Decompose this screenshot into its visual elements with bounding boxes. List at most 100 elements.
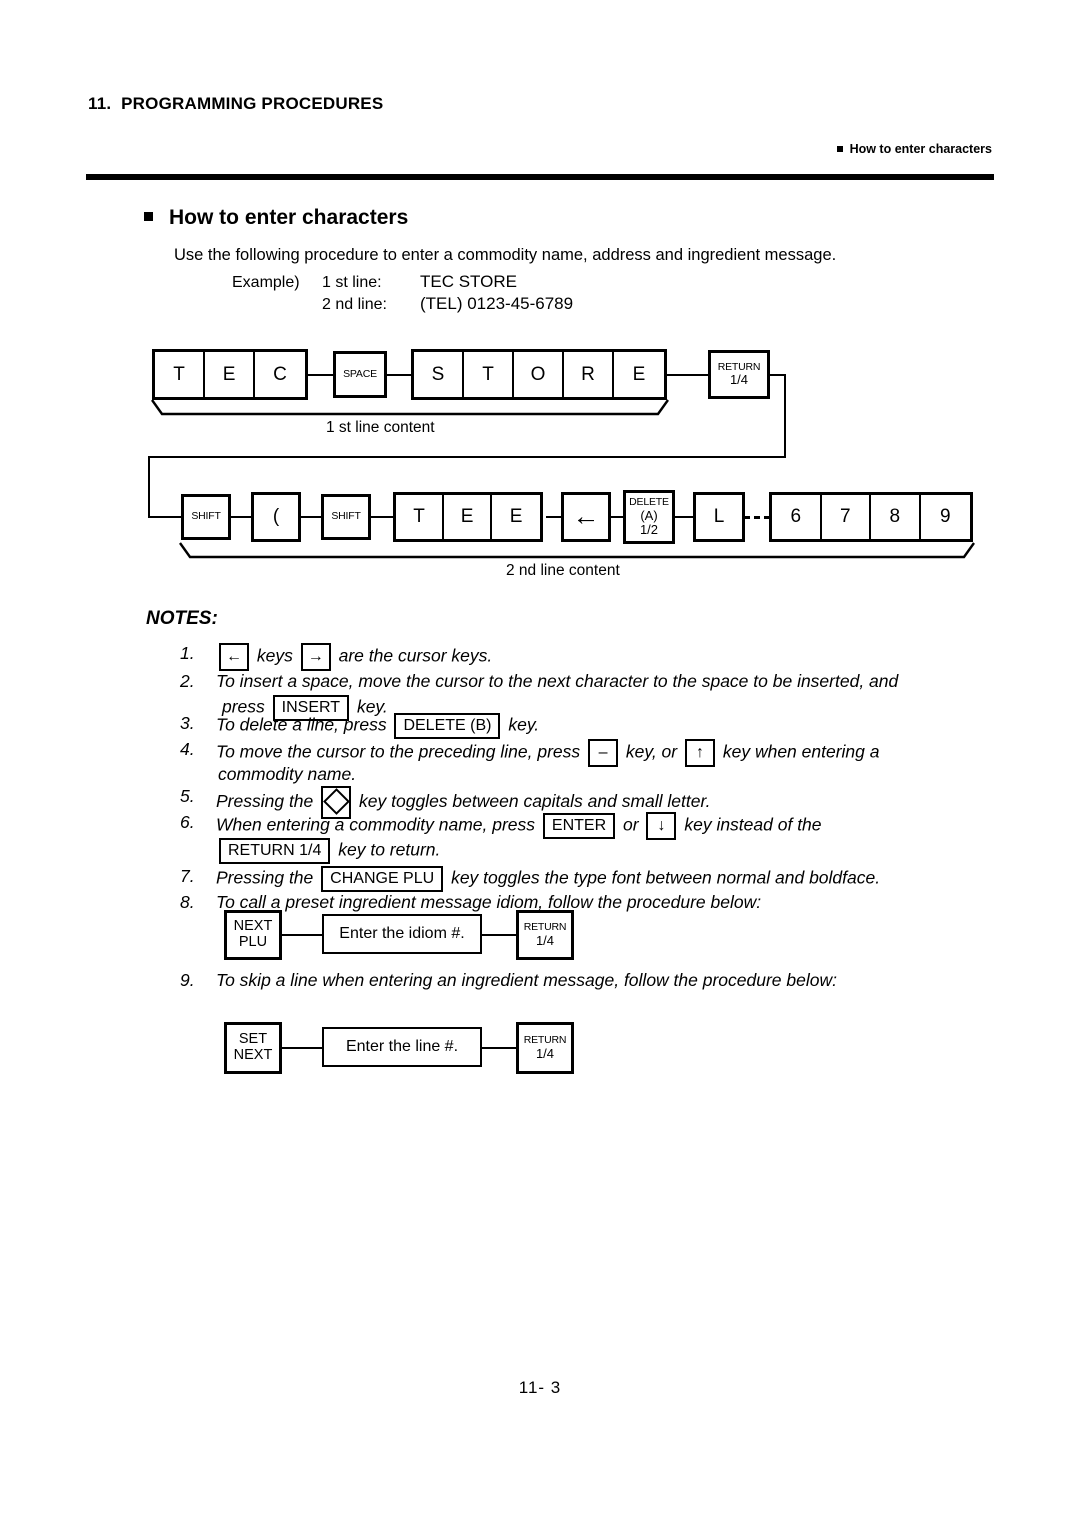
key-c[interactable]: C xyxy=(255,352,306,397)
key-t[interactable]: T xyxy=(396,495,445,539)
bullet-square-icon xyxy=(836,146,843,152)
wrap-connector-wire xyxy=(148,456,150,518)
up-arrow-key-icon[interactable]: ↑ xyxy=(684,739,715,767)
example-line2-label: 2 nd line: xyxy=(322,296,387,313)
note-6-mid: or xyxy=(623,814,639,835)
example-label: Example) xyxy=(232,274,300,291)
key-e[interactable]: E xyxy=(614,352,664,397)
note-text-6-line2: RETURN 1/4 key to return. xyxy=(216,838,440,864)
key-group-tec[interactable]: T E C xyxy=(152,349,308,400)
note-number-9: 9. xyxy=(180,970,195,990)
line-number-box[interactable]: Enter the line #. xyxy=(322,1027,482,1067)
note-6-post: key instead of the xyxy=(684,814,822,835)
note-text-3: To delete a line, press DELETE (B) key. xyxy=(216,713,539,739)
left-arrow-key-icon[interactable]: ← xyxy=(219,643,249,671)
connector-wire xyxy=(278,934,326,936)
key-return-1-4[interactable]: RETURN 1/4 xyxy=(516,1022,574,1074)
note-text-9: To skip a line when entering an ingredie… xyxy=(216,970,837,990)
note-1-part3: are the cursor keys. xyxy=(338,645,493,666)
connector-wire-dashed xyxy=(744,516,770,519)
key-7[interactable]: 7 xyxy=(821,495,871,539)
connector-wire xyxy=(478,1047,520,1049)
brace-2nd-line xyxy=(179,542,975,559)
key-return-1-4[interactable]: RETURN 1/4 xyxy=(708,350,770,399)
key-set-next[interactable]: SET NEXT xyxy=(224,1022,282,1074)
key-group-tee[interactable]: T E E xyxy=(393,492,543,542)
note-number-2: 2. xyxy=(180,671,195,691)
key-group-store[interactable]: S T O R E xyxy=(411,349,667,400)
notes-title: NOTES: xyxy=(146,608,218,629)
enter-key[interactable]: ENTER xyxy=(542,813,616,839)
note-number-3: 3. xyxy=(180,713,195,733)
note-number-1: 1. xyxy=(180,643,195,663)
note-1-part2: keys xyxy=(256,645,293,666)
key-r[interactable]: R xyxy=(564,352,614,397)
brace-1st-line xyxy=(151,399,669,416)
note-text-1: ← keys → are the cursor keys. xyxy=(216,643,492,671)
page-number: 11- 3 xyxy=(518,1378,562,1397)
note-number-8: 8. xyxy=(180,892,195,912)
note-text-8: To call a preset ingredient message idio… xyxy=(216,892,762,912)
note-number-4: 4. xyxy=(180,739,195,759)
connector-wire xyxy=(278,1047,326,1049)
return-1-4-key[interactable]: RETURN 1/4 xyxy=(219,838,331,864)
note-number-6: 6. xyxy=(180,812,195,832)
key-o[interactable]: O xyxy=(514,352,564,397)
note-7-post: key toggles the type font between normal… xyxy=(451,867,881,888)
example-line2-value: (TEL) 0123-45-6789 xyxy=(420,294,574,313)
down-arrow-key-icon[interactable]: ↓ xyxy=(646,812,677,840)
caption-2nd-line-content: 2 nd line content xyxy=(506,562,620,579)
delete-b-key[interactable]: DELETE (B) xyxy=(394,713,501,739)
key-return-1-4[interactable]: RETURN 1/4 xyxy=(516,910,574,960)
key-space[interactable]: SPACE xyxy=(333,351,387,398)
example-line1-label: 1 st line: xyxy=(322,274,382,291)
key-e[interactable]: E xyxy=(492,495,540,539)
key-6[interactable]: 6 xyxy=(772,495,822,539)
wrap-connector-wire xyxy=(148,516,184,518)
note-4-mid: key, or xyxy=(625,741,678,762)
note-6-pre: When entering a commodity name, press xyxy=(216,814,536,835)
key-8[interactable]: 8 xyxy=(871,495,921,539)
key-shift-2[interactable]: SHIFT xyxy=(321,494,371,540)
diamond-icon xyxy=(322,788,350,815)
right-arrow-key-icon[interactable]: → xyxy=(300,643,331,671)
note-3-pre: To delete a line, press xyxy=(216,714,387,735)
wrap-connector-wire xyxy=(784,374,786,458)
key-e[interactable]: E xyxy=(205,352,256,397)
key-s[interactable]: S xyxy=(414,352,464,397)
key-e[interactable]: E xyxy=(444,495,493,539)
note-5-pre: Pressing the xyxy=(216,791,314,812)
caption-1st-line-content: 1 st line content xyxy=(326,419,435,436)
minus-key-icon[interactable]: – xyxy=(588,739,619,767)
note-text-7: Pressing the CHANGE PLU key toggles the … xyxy=(216,866,880,892)
key-open-paren[interactable]: ( xyxy=(251,492,301,542)
chapter-title: 11. PROGRAMMING PROCEDURES xyxy=(88,94,384,113)
note-4-post: key when entering a xyxy=(722,741,880,762)
key-next-plu[interactable]: NEXT PLU xyxy=(224,910,282,960)
intro-paragraph: Use the following procedure to enter a c… xyxy=(174,246,837,264)
example-line1-value: TEC STORE xyxy=(420,272,517,291)
note-5-post: key toggles between capitals and small l… xyxy=(359,791,711,812)
note-number-5: 5. xyxy=(180,786,195,806)
note-text-6-line1: When entering a commodity name, press EN… xyxy=(216,812,822,840)
header-running-title: How to enter characters xyxy=(836,142,992,156)
change-plu-key[interactable]: CHANGE PLU xyxy=(321,866,444,892)
idiom-number-box[interactable]: Enter the idiom #. xyxy=(322,914,482,954)
key-left-arrow[interactable]: ← xyxy=(561,492,611,542)
note-number-7: 7. xyxy=(180,866,195,886)
key-t[interactable]: T xyxy=(464,352,514,397)
note-6-line2-post: key to return. xyxy=(338,839,441,860)
key-shift-1[interactable]: SHIFT xyxy=(181,494,231,540)
header-running-title-label: How to enter characters xyxy=(849,142,992,156)
note-text-4-line2: commodity name. xyxy=(218,764,357,784)
note-7-pre: Pressing the xyxy=(216,867,314,888)
key-delete-a-1-2[interactable]: DELETE (A) 1/2 xyxy=(623,490,675,544)
key-9[interactable]: 9 xyxy=(920,495,970,539)
note-text-4-line1: To move the cursor to the preceding line… xyxy=(216,739,880,767)
document-page: 11. PROGRAMMING PROCEDURES How to enter … xyxy=(0,0,1080,1528)
key-t[interactable]: T xyxy=(155,352,206,397)
note-3-post: key. xyxy=(508,714,540,735)
key-group-digits[interactable]: 6 7 8 9 xyxy=(769,492,973,542)
section-heading: How to enter characters xyxy=(144,206,408,230)
key-l[interactable]: L xyxy=(693,492,745,542)
